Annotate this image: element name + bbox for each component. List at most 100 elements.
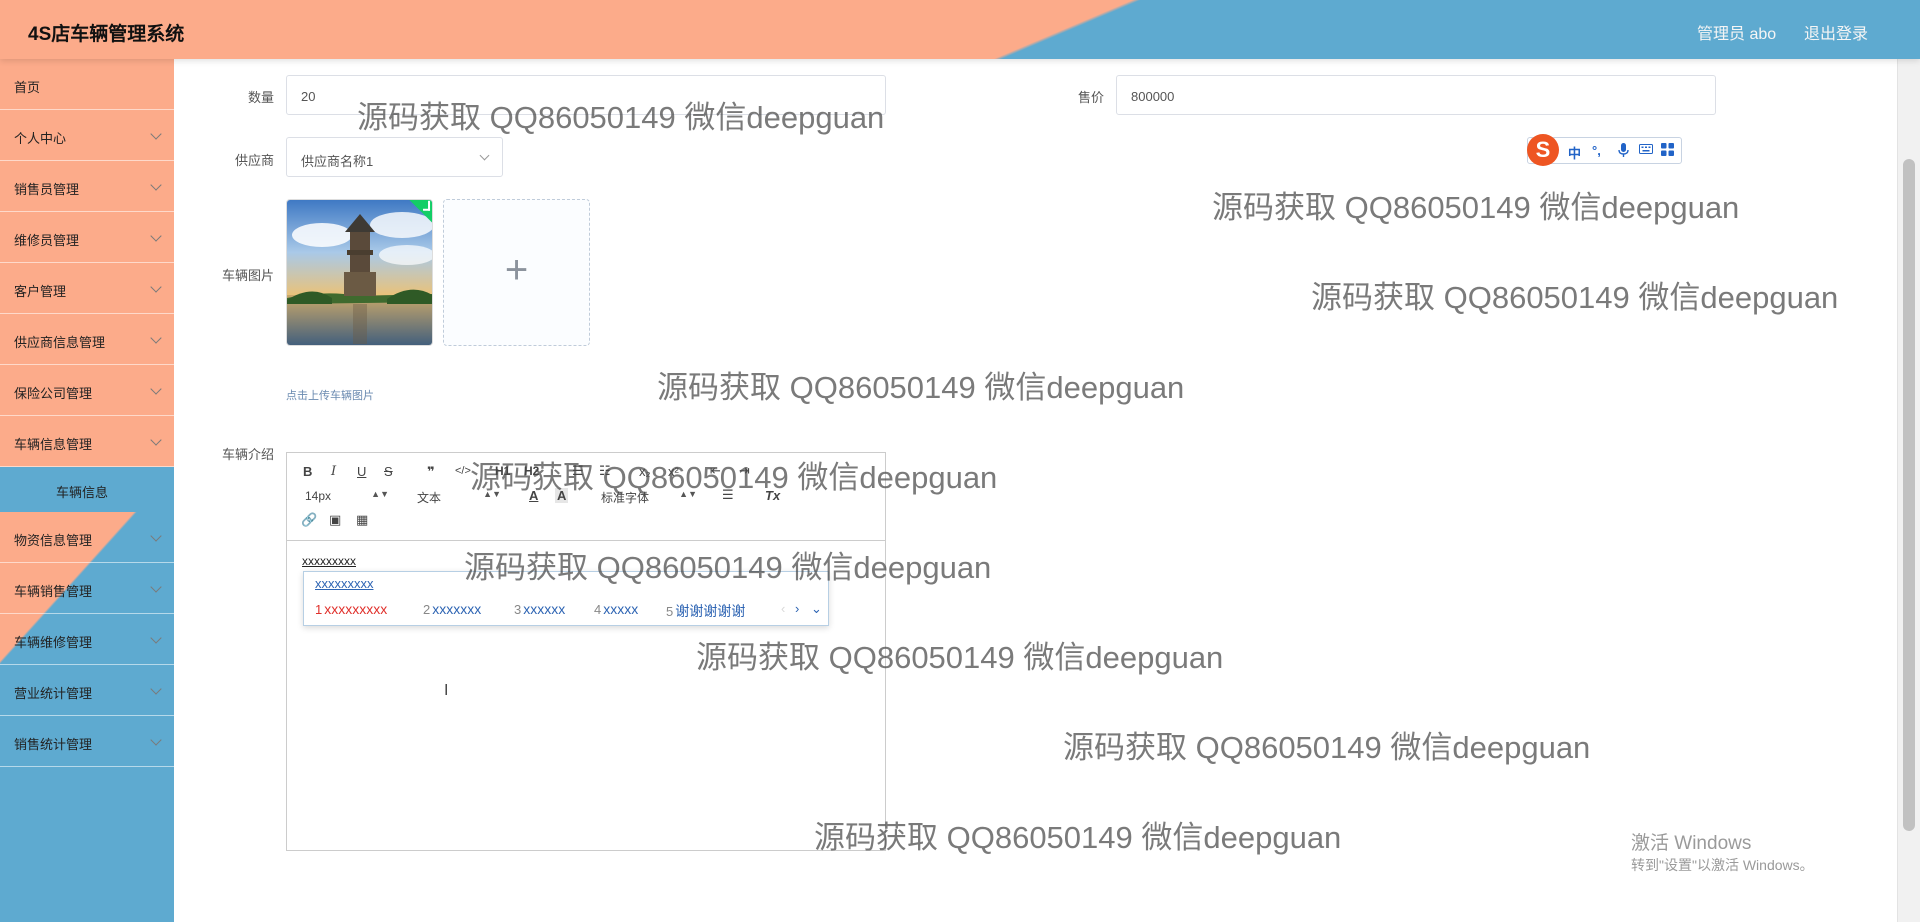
- video-button[interactable]: ▦: [356, 512, 368, 528]
- watermark: 源码获取 QQ86050149 微信deepguan: [657, 370, 1185, 405]
- header-format-value: 文本: [417, 491, 442, 505]
- sidebar-item-supplier[interactable]: 供应商信息管理: [0, 314, 174, 365]
- sidebar-item-vehicle-sales[interactable]: 车辆销售管理: [0, 563, 174, 614]
- ime-expand-icon[interactable]: ⌄: [811, 601, 822, 617]
- sidebar-subitem-vehicle-info[interactable]: 车辆信息: [0, 467, 174, 512]
- chevron-down-icon: [150, 530, 162, 542]
- sidebar-item-personal-center[interactable]: 个人中心: [0, 110, 174, 161]
- windows-activation-title: 激活 Windows: [1631, 833, 1752, 854]
- image-button[interactable]: ▣: [329, 512, 341, 528]
- updown-arrow-icon: ▲▼: [371, 489, 389, 499]
- sidebar-item-label: 保险公司管理: [14, 386, 93, 401]
- bullet-list-button[interactable]: ☷: [599, 463, 611, 479]
- editor-content-text: xxxxxxxxx: [302, 554, 356, 568]
- page-scrollbar[interactable]: [1897, 59, 1920, 922]
- app-title: 4S店车辆管理系统: [28, 24, 185, 45]
- sidebar-item-label: 销售员管理: [14, 182, 80, 197]
- link-button[interactable]: 🔗: [301, 512, 317, 528]
- sidebar-item-label: 车辆信息管理: [14, 437, 93, 452]
- sidebar-item-home[interactable]: 首页: [0, 59, 174, 110]
- text-cursor-icon: I: [444, 682, 449, 699]
- candidate-number: 4: [594, 602, 602, 617]
- ime-prev-page-icon[interactable]: ‹: [781, 601, 785, 616]
- italic-button[interactable]: I: [331, 464, 336, 479]
- superscript-button[interactable]: x²: [668, 464, 679, 479]
- sidebar-item-vehicle-repair[interactable]: 车辆维修管理: [0, 614, 174, 665]
- indent-decrease-button[interactable]: ⇤: [710, 463, 721, 479]
- ime-next-page-icon[interactable]: ›: [795, 601, 799, 616]
- ordered-list-button[interactable]: ☰: [572, 463, 584, 479]
- mic-icon[interactable]: [1618, 143, 1629, 161]
- ime-lang-toggle[interactable]: 中: [1568, 143, 1581, 162]
- ime-candidate-5[interactable]: 5 谢谢谢谢谢: [666, 601, 745, 621]
- ime-candidate-1[interactable]: 1 xxxxxxxxx: [315, 601, 387, 617]
- image-upload-button[interactable]: +: [443, 199, 590, 346]
- sidebar-item-salesperson[interactable]: 销售员管理: [0, 161, 174, 212]
- sidebar-item-materials[interactable]: 物资信息管理: [0, 512, 174, 563]
- current-user: 管理员 abo: [1697, 26, 1777, 43]
- chevron-down-icon: [150, 734, 162, 746]
- sidebar-item-label: 车辆销售管理: [14, 584, 93, 599]
- quantity-label: 数量: [247, 90, 274, 105]
- chevron-down-icon: [150, 632, 162, 644]
- sidebar-item-business-stats[interactable]: 营业统计管理: [0, 665, 174, 716]
- vehicle-intro-label: 车辆介绍: [221, 447, 274, 462]
- sidebar-item-vehicle-info-mgmt[interactable]: 车辆信息管理: [0, 416, 174, 467]
- sidebar-item-repairman[interactable]: 维修员管理: [0, 212, 174, 263]
- keyboard-icon[interactable]: [1639, 143, 1653, 158]
- sidebar-item-insurance[interactable]: 保险公司管理: [0, 365, 174, 416]
- candidate-text: 谢谢谢谢谢: [675, 603, 746, 619]
- chevron-down-icon: [150, 179, 162, 191]
- sidebar-item-label: 个人中心: [14, 131, 67, 146]
- font-size-select[interactable]: 14px ▲▼: [305, 489, 389, 503]
- updown-arrow-icon: ▲▼: [483, 489, 501, 499]
- ime-composition-text: xxxxxxxxx: [315, 576, 374, 591]
- align-button[interactable]: ☰: [722, 487, 734, 503]
- candidate-number: 2: [423, 602, 431, 617]
- sogou-logo-icon[interactable]: S: [1527, 134, 1559, 166]
- chevron-down-icon: [150, 128, 162, 140]
- vehicle-image-thumbnail[interactable]: [286, 199, 433, 346]
- scrollbar-thumb[interactable]: [1903, 159, 1915, 831]
- rich-text-editor: B I U S ❞ </> H1 H2 ☰ ☷ x₂ x² ⇤ ⇥ 14px ▲…: [286, 452, 886, 851]
- price-label: 售价: [1077, 90, 1104, 105]
- updown-arrow-icon: ▲▼: [679, 489, 697, 499]
- ime-candidate-4[interactable]: 4 xxxxx: [594, 601, 638, 617]
- ime-punct-toggle[interactable]: °,: [1592, 143, 1601, 158]
- plus-icon: +: [504, 248, 529, 292]
- header-2-button[interactable]: H2: [524, 464, 539, 478]
- chevron-down-icon: [150, 683, 162, 695]
- logout-link[interactable]: 退出登录: [1804, 20, 1868, 44]
- sidebar-item-label: 营业统计管理: [14, 686, 93, 701]
- subscript-button[interactable]: x₂: [639, 464, 651, 479]
- price-input[interactable]: 800000: [1116, 75, 1716, 115]
- header-format-select[interactable]: 文本 ▲▼: [417, 489, 501, 506]
- sidebar-item-customer[interactable]: 客户管理: [0, 263, 174, 314]
- code-block-button[interactable]: </>: [455, 465, 471, 477]
- blockquote-button[interactable]: ❞: [427, 464, 435, 480]
- upload-tip-text: 点击上传车辆图片: [286, 390, 374, 402]
- font-color-button[interactable]: A: [529, 488, 538, 503]
- clean-format-button[interactable]: Tx: [765, 488, 780, 503]
- ime-candidate-2[interactable]: 2 xxxxxxx: [423, 601, 481, 617]
- supplier-select[interactable]: 供应商名称1: [286, 137, 503, 177]
- app-root: 4S店车辆管理系统 管理员 abo 退出登录 首页 个人中心 销售员管理 维修员…: [0, 0, 1920, 922]
- quantity-input[interactable]: 20: [286, 75, 886, 115]
- watermark: 源码获取 QQ86050149 微信deepguan: [814, 820, 1342, 855]
- sidebar-item-label: 供应商信息管理: [14, 335, 106, 350]
- sidebar-item-label: 车辆信息: [56, 485, 109, 500]
- background-color-button[interactable]: A: [555, 488, 569, 503]
- indent-increase-button[interactable]: ⇥: [739, 463, 750, 479]
- grid-icon[interactable]: [1661, 143, 1674, 159]
- candidate-number: 3: [514, 602, 522, 617]
- candidate-text: xxxxxxxxx: [324, 601, 388, 617]
- header-1-button[interactable]: H1: [495, 464, 510, 478]
- ime-candidate-3[interactable]: 3 xxxxxx: [514, 601, 565, 617]
- bold-button[interactable]: B: [303, 464, 312, 479]
- underline-button[interactable]: U: [357, 464, 366, 479]
- editor-toolbar: B I U S ❞ </> H1 H2 ☰ ☷ x₂ x² ⇤ ⇥ 14px ▲…: [287, 453, 885, 541]
- sidebar-item-sales-stats[interactable]: 销售统计管理: [0, 716, 174, 767]
- strike-button[interactable]: S: [384, 464, 393, 479]
- font-family-select[interactable]: 标准字体 ▲▼: [601, 489, 697, 506]
- chevron-down-icon: [150, 281, 162, 293]
